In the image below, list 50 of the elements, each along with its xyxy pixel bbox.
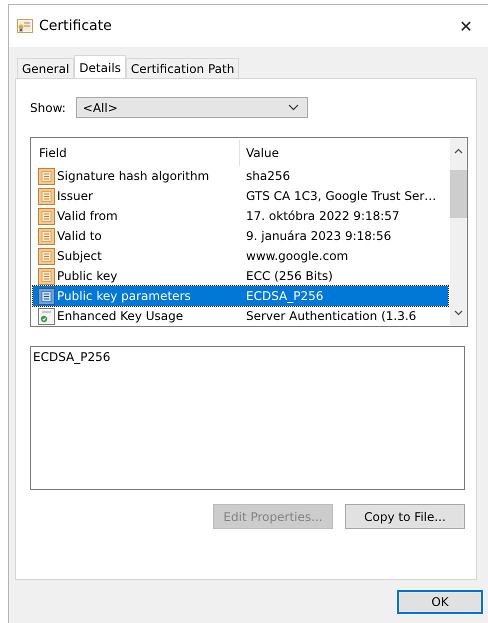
field-name: Issuer bbox=[57, 189, 93, 203]
copy-to-file-button[interactable]: Copy to File... bbox=[345, 504, 465, 529]
document-icon bbox=[38, 248, 55, 264]
list-row[interactable]: Valid to 9. januára 2023 9:18:56 bbox=[33, 226, 448, 246]
list-row[interactable]: Public key ECC (256 Bits) bbox=[33, 266, 448, 286]
field-value: ECDSA_P256 bbox=[245, 289, 324, 303]
show-label: Show: bbox=[30, 100, 66, 114]
field-name: Public key parameters bbox=[57, 289, 191, 303]
document-icon bbox=[38, 168, 55, 184]
tab[interactable]: General bbox=[17, 58, 74, 79]
certificate-icon bbox=[17, 19, 33, 33]
document-icon bbox=[38, 288, 55, 304]
window-title: Certificate bbox=[39, 18, 113, 34]
list-row[interactable]: Signature hash algorithm sha256 bbox=[33, 166, 448, 186]
document-icon bbox=[38, 208, 55, 224]
field-name: Public key bbox=[57, 269, 118, 283]
scroll-thumb[interactable] bbox=[450, 170, 467, 218]
scrollbar[interactable] bbox=[450, 138, 467, 326]
field-value: sha256 bbox=[245, 169, 290, 183]
field-name: Subject bbox=[57, 249, 102, 263]
field-value: ECC (256 Bits) bbox=[245, 269, 333, 283]
scroll-down-icon[interactable] bbox=[454, 310, 463, 316]
list-row[interactable]: Issuer GTS CA 1C3, Google Trust Ser… bbox=[33, 186, 448, 206]
detail-text-box[interactable]: ECDSA_P256 bbox=[30, 346, 465, 490]
document-icon bbox=[38, 188, 55, 204]
extension-icon bbox=[38, 308, 55, 324]
scroll-up-icon[interactable] bbox=[454, 148, 463, 154]
field-value: 9. januára 2023 9:18:56 bbox=[245, 229, 392, 243]
selected-row[interactable]: Public key parameters ECDSA_P256 bbox=[33, 286, 448, 306]
field-name: Enhanced Key Usage bbox=[57, 309, 184, 323]
field-value: www.google.com bbox=[245, 249, 348, 263]
list-row[interactable]: Subject www.google.com bbox=[33, 246, 448, 266]
field-name: Valid from bbox=[57, 209, 118, 223]
column-header[interactable]: Field bbox=[33, 140, 240, 166]
chevron-icon bbox=[288, 104, 299, 111]
field-name: Valid to bbox=[57, 229, 102, 243]
field-value: 17. októbra 2022 9:18:57 bbox=[245, 209, 400, 223]
document-icon bbox=[38, 228, 55, 244]
column-header[interactable]: Value bbox=[240, 140, 279, 166]
field-value: GTS CA 1C3, Google Trust Ser… bbox=[245, 189, 436, 203]
close-button[interactable]: ✕ bbox=[444, 10, 488, 42]
ok-button[interactable]: OK bbox=[397, 590, 483, 614]
list-row[interactable]: Enhanced Key Usage Server Authentication (1.3.6 bbox=[33, 306, 448, 326]
document-icon bbox=[38, 268, 55, 284]
field-name: Signature hash algorithm bbox=[57, 169, 210, 183]
tab[interactable]: Details bbox=[74, 55, 126, 79]
field-value: Server Authentication (1.3.6 bbox=[245, 309, 416, 323]
show-dropdown[interactable]: <All> bbox=[76, 97, 308, 118]
tab[interactable]: Certification Path bbox=[126, 58, 240, 79]
list-row[interactable]: Valid from 17. októbra 2022 9:18:57 bbox=[33, 206, 448, 226]
